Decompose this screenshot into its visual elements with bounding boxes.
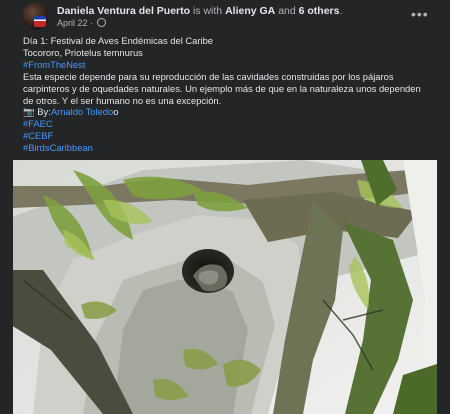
post-meta: April 22 · bbox=[57, 18, 106, 28]
globe-icon bbox=[96, 18, 106, 27]
post-line-1: Día 1: Festival de Aves Endémicas del Ca… bbox=[23, 35, 214, 46]
author-line: Daniela Ventura del Puerto is with Alien… bbox=[57, 5, 342, 17]
photographer-link[interactable]: Arnaldo Toledo bbox=[51, 106, 113, 117]
hashtag-fromthenest[interactable]: #FromTheNest bbox=[23, 59, 428, 71]
post-photo[interactable] bbox=[13, 160, 437, 414]
facebook-post: Daniela Ventura del Puerto is with Alien… bbox=[0, 0, 450, 414]
hashtag-faec[interactable]: #FAEC bbox=[23, 118, 428, 130]
others-link[interactable]: 6 others bbox=[299, 5, 340, 17]
more-options-icon[interactable]: ••• bbox=[411, 6, 429, 22]
post-paragraph: Esta especie depende para su reproducció… bbox=[23, 70, 421, 106]
hashtag-birdscaribbean[interactable]: #BirdsCaribbean bbox=[23, 142, 428, 154]
meta-separator: · bbox=[90, 18, 94, 28]
line-end: . bbox=[339, 5, 343, 17]
bird-photo-image bbox=[13, 160, 437, 414]
flag-icon bbox=[34, 16, 46, 27]
post-date[interactable]: April 22 bbox=[57, 18, 88, 28]
hashtag-cebf[interactable]: #CEBF bbox=[23, 130, 428, 142]
author-name[interactable]: Daniela Ventura del Puerto bbox=[57, 5, 190, 17]
tagged-user[interactable]: Alieny GA bbox=[225, 5, 275, 17]
credit-line: 📷 By:Arnaldo Toledoo bbox=[23, 106, 428, 118]
is-with-text: is with bbox=[192, 5, 223, 17]
and-text: and bbox=[278, 5, 296, 17]
camera-credit-prefix: 📷 By: bbox=[23, 106, 51, 118]
credit-suffix: o bbox=[113, 106, 119, 118]
post-line-2: Tocororo, Priotelus temnurus bbox=[23, 46, 143, 58]
post-header: Daniela Ventura del Puerto is with Alien… bbox=[0, 0, 450, 34]
avatar[interactable] bbox=[22, 3, 49, 30]
post-text: Día 1: Festival de Aves Endémicas del Ca… bbox=[23, 35, 428, 154]
